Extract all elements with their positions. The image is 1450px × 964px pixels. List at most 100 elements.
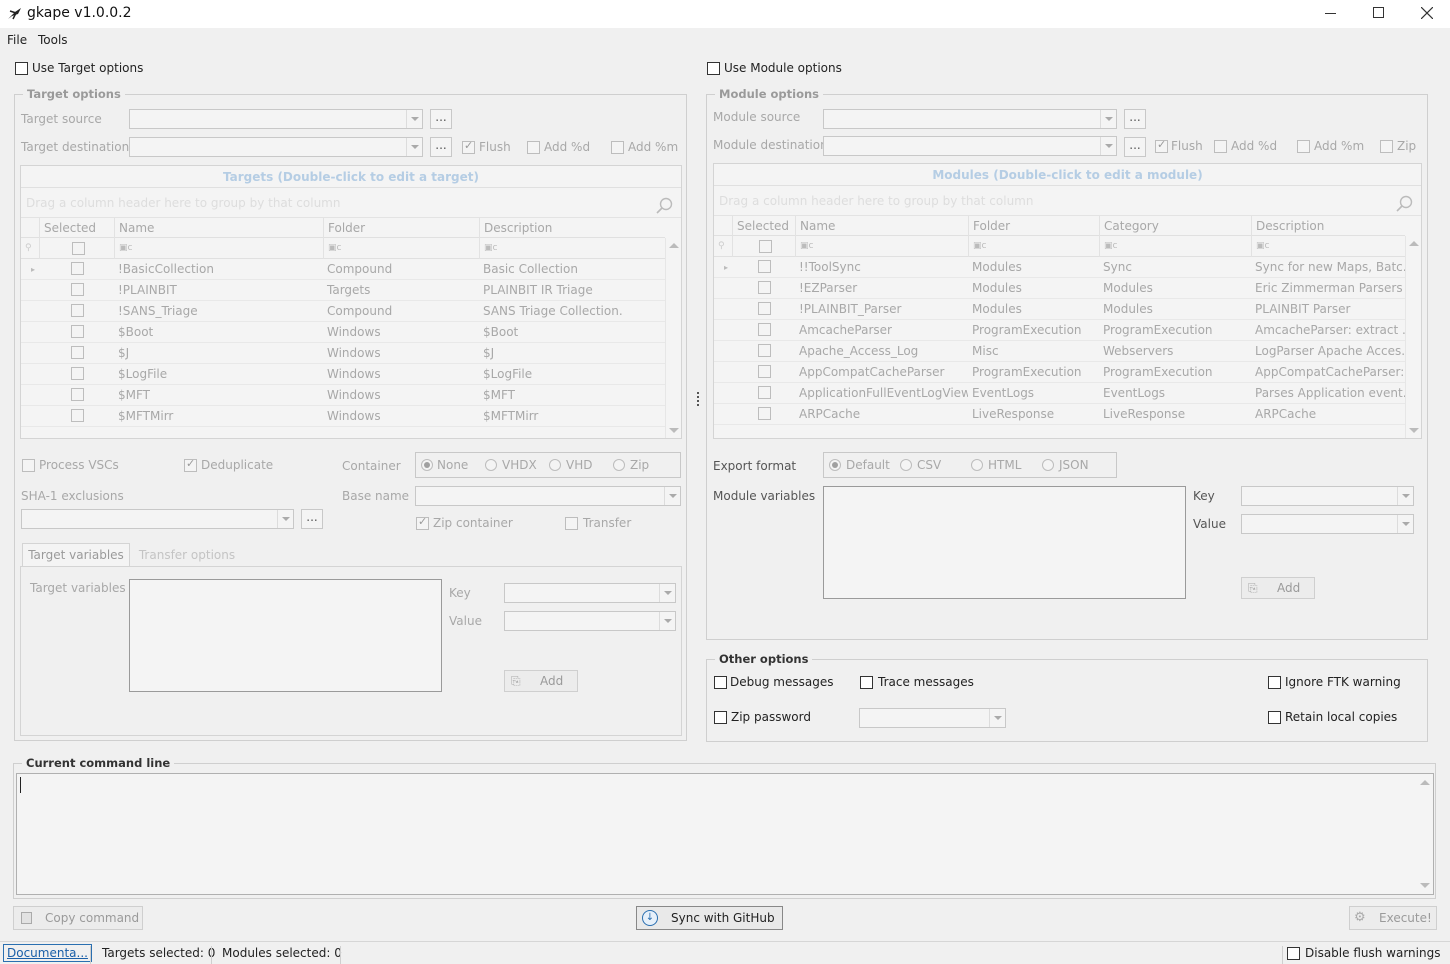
deduplicate-checkbox[interactable]: [184, 457, 197, 472]
row-select-checkbox[interactable]: [71, 262, 84, 275]
column-header-name[interactable]: Name: [114, 218, 323, 238]
menu-file[interactable]: File: [7, 33, 27, 47]
row-select-checkbox[interactable]: [71, 283, 84, 296]
column-header-description[interactable]: Description: [479, 218, 667, 238]
target-variables-list[interactable]: [129, 579, 442, 692]
filter-cell-icon[interactable]: ▣c: [1251, 236, 1406, 257]
command-line-scrollbar[interactable]: [1417, 774, 1433, 894]
column-header-selected[interactable]: Selected: [732, 216, 795, 236]
filter-cell-icon[interactable]: ▣c: [479, 238, 667, 259]
use-module-checkbox[interactable]: [707, 62, 720, 75]
row-select-checkbox[interactable]: [71, 325, 84, 338]
filter-cell-icon[interactable]: ▣c: [968, 236, 1099, 257]
target-source-combo[interactable]: [129, 109, 423, 129]
target-add-m-checkbox[interactable]: [611, 141, 624, 154]
scroll-down-icon[interactable]: [1409, 428, 1419, 433]
module-flush-checkbox[interactable]: [1155, 138, 1168, 153]
documentation-link[interactable]: Documenta...: [3, 944, 92, 962]
table-row[interactable]: AppCompatCacheParser ProgramExecution Prog…: [714, 362, 1406, 383]
row-select-checkbox[interactable]: [758, 323, 771, 336]
target-flush-checkbox[interactable]: [462, 139, 475, 154]
filter-cell-icon[interactable]: ▣c: [114, 238, 323, 259]
sync-github-button[interactable]: ↓ Sync with GitHub: [636, 906, 783, 930]
target-value-combo[interactable]: [504, 611, 676, 631]
table-row[interactable]: $Boot Windows $Boot: [21, 322, 665, 343]
sha1-browse-button[interactable]: ...: [301, 509, 323, 529]
search-icon[interactable]: [655, 197, 673, 215]
targets-grid[interactable]: Targets (Double-click to edit a target) …: [20, 165, 682, 439]
module-destination-combo[interactable]: [823, 136, 1117, 156]
row-select-checkbox[interactable]: [758, 281, 771, 294]
row-select-checkbox[interactable]: [71, 367, 84, 380]
zip-container-checkbox[interactable]: [416, 515, 429, 530]
module-add-button[interactable]: ⎘ Add: [1241, 577, 1315, 599]
row-select-checkbox[interactable]: [71, 388, 84, 401]
maximize-icon[interactable]: [1373, 7, 1384, 18]
tab-transfer-options[interactable]: Transfer options: [133, 546, 241, 566]
column-header-name[interactable]: Name: [795, 216, 968, 236]
select-all-checkbox[interactable]: [732, 236, 795, 257]
scroll-down-icon[interactable]: [669, 428, 679, 433]
command-line-textbox[interactable]: [16, 773, 1434, 895]
trace-messages-checkbox[interactable]: [860, 676, 873, 689]
module-source-combo[interactable]: [823, 109, 1117, 129]
row-select-checkbox[interactable]: [71, 304, 84, 317]
targets-scrollbar[interactable]: [665, 238, 681, 438]
container-zip-radio[interactable]: [613, 459, 625, 471]
scroll-up-icon[interactable]: [669, 243, 679, 248]
table-row[interactable]: !PLAINBIT_Parser Modules Modules PLAINBIT P…: [714, 299, 1405, 320]
modules-grid[interactable]: Modules (Double-click to edit a module) …: [713, 163, 1422, 439]
table-row[interactable]: $J Windows $J: [21, 343, 665, 364]
export-default-radio[interactable]: [829, 459, 841, 471]
ignore-ftk-checkbox[interactable]: [1268, 676, 1281, 689]
export-html-radio[interactable]: [971, 459, 983, 471]
target-add-button[interactable]: ⎘ Add: [504, 670, 578, 692]
table-row[interactable]: !EZParser Modules Modules Eric Zimmerman Pa…: [714, 278, 1405, 299]
menu-tools[interactable]: Tools: [38, 33, 68, 47]
modules-scrollbar[interactable]: [1405, 236, 1421, 438]
copy-command-button[interactable]: Copy command: [13, 906, 143, 930]
retain-local-copies-checkbox[interactable]: [1268, 711, 1281, 724]
table-row[interactable]: ApplicationFullEventLogView EventLogs Even…: [714, 383, 1406, 404]
table-row[interactable]: $MFTMirr Windows $MFTMirr: [21, 406, 665, 427]
module-source-browse-button[interactable]: ...: [1124, 109, 1146, 129]
module-variables-list[interactable]: [823, 486, 1186, 599]
execute-button[interactable]: ⚙ Execute!: [1349, 906, 1437, 930]
filter-cell-icon[interactable]: ▣c: [1099, 236, 1251, 257]
filter-cell-icon[interactable]: ▣c: [323, 238, 479, 259]
debug-messages-checkbox[interactable]: [714, 676, 727, 689]
target-key-combo[interactable]: [504, 583, 676, 603]
row-select-checkbox[interactable]: [758, 365, 771, 378]
tab-target-variables[interactable]: Target variables: [22, 543, 130, 566]
export-json-radio[interactable]: [1042, 459, 1054, 471]
container-none-radio[interactable]: [421, 459, 433, 471]
use-target-checkbox[interactable]: [15, 62, 28, 75]
base-name-combo[interactable]: [415, 486, 681, 506]
filter-cell-icon[interactable]: ▣c: [795, 236, 968, 257]
row-select-checkbox[interactable]: [71, 346, 84, 359]
targets-filter-row[interactable]: ⚲ ▣c ▣c ▣c: [21, 238, 665, 259]
table-row[interactable]: ▸ !BasicCollection Compound Basic Collectio…: [21, 259, 665, 280]
scroll-down-icon[interactable]: [1420, 883, 1430, 888]
modules-filter-row[interactable]: ⚲ ▣c ▣c ▣c ▣c: [714, 236, 1405, 257]
disable-flush-warnings-checkbox[interactable]: [1287, 947, 1300, 960]
table-row[interactable]: ARPCache LiveResponse LiveResponse ARPCache: [714, 404, 1405, 425]
table-row[interactable]: $LogFile Windows $LogFile: [21, 364, 665, 385]
row-select-checkbox[interactable]: [758, 407, 771, 420]
module-key-combo[interactable]: [1241, 486, 1414, 506]
row-select-checkbox[interactable]: [758, 386, 771, 399]
scroll-up-icon[interactable]: [1409, 241, 1419, 246]
close-icon[interactable]: [1421, 7, 1433, 19]
module-value-combo[interactable]: [1241, 514, 1414, 534]
table-row[interactable]: !PLAINBIT Targets PLAINBIT IR Triage: [21, 280, 665, 301]
column-header-folder[interactable]: Folder: [968, 216, 1099, 236]
column-header-folder[interactable]: Folder: [323, 218, 479, 238]
transfer-checkbox[interactable]: [565, 517, 578, 530]
export-csv-radio[interactable]: [900, 459, 912, 471]
minimize-icon[interactable]: [1325, 13, 1336, 14]
search-icon[interactable]: [1395, 195, 1413, 213]
sha1-exclusions-combo[interactable]: [21, 509, 294, 529]
module-destination-browse-button[interactable]: ...: [1124, 137, 1146, 157]
select-all-checkbox[interactable]: [39, 238, 114, 259]
zip-password-combo[interactable]: [859, 708, 1006, 728]
